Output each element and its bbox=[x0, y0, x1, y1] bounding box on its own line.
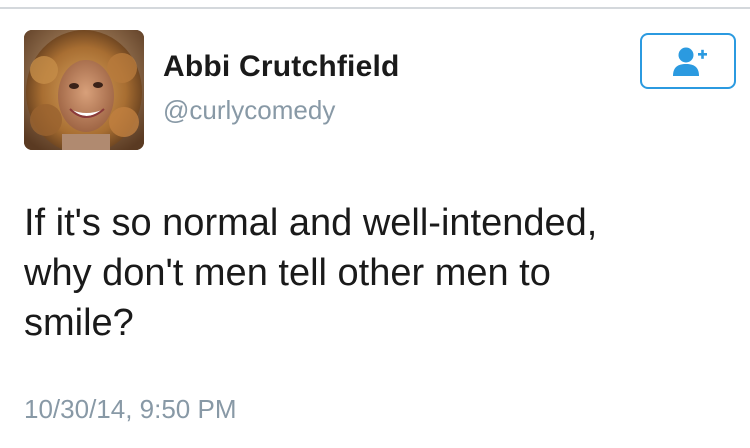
avatar[interactable] bbox=[24, 30, 144, 150]
follow-button[interactable] bbox=[640, 33, 736, 89]
tweet-text: If it's so normal and well-intended, why… bbox=[24, 202, 598, 344]
display-name[interactable]: Abbi Crutchfield bbox=[163, 50, 400, 84]
tweet-card: Abbi Crutchfield @curlycomedy If it's so… bbox=[0, 0, 750, 448]
user-handle[interactable]: @curlycomedy bbox=[163, 95, 335, 126]
add-user-icon bbox=[673, 47, 707, 76]
tweet-timestamp[interactable]: 10/30/14, 9:50 PM bbox=[24, 394, 236, 425]
avatar-photo-icon bbox=[24, 30, 144, 150]
